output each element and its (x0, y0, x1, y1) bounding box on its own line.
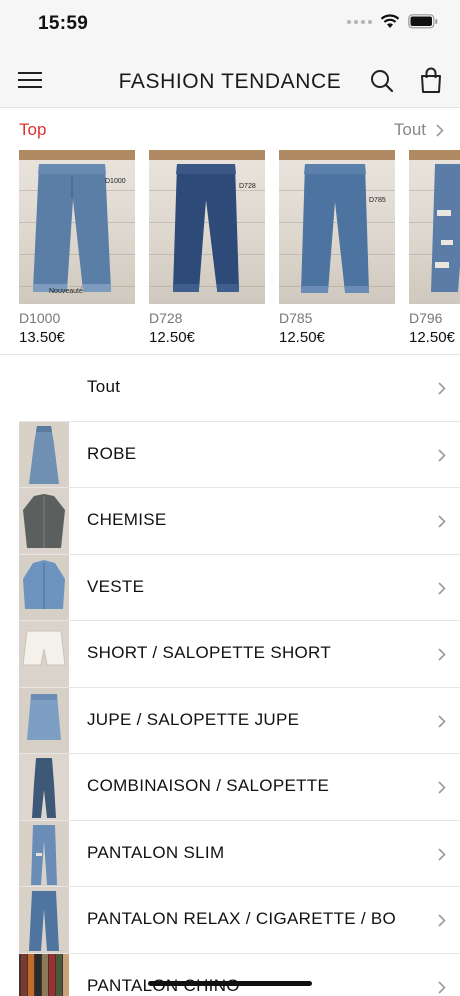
product-tag: D785 (369, 197, 386, 204)
chevron-right-icon (438, 914, 446, 927)
chevron-right-icon (436, 123, 444, 137)
category-label: PANTALON SLIM (87, 842, 225, 862)
category-item-all[interactable]: Tout (0, 355, 460, 422)
category-item-chemise[interactable]: CHEMISE (0, 488, 460, 555)
wifi-icon (380, 14, 400, 28)
app-header: FASHION TENDANCE (0, 52, 460, 108)
category-item-jupe[interactable]: JUPE / SALOPETTE JUPE (0, 687, 460, 754)
chevron-right-icon (438, 781, 446, 794)
product-image: D1000 Nouveauté (19, 150, 135, 304)
product-price: 12.50€ (149, 329, 195, 346)
category-label: COMBINAISON / SALOPETTE (87, 776, 330, 795)
home-indicator[interactable] (148, 981, 312, 986)
category-thumbnail (19, 820, 69, 887)
top-section-title: Top (19, 120, 47, 139)
category-item-pantalon-relax[interactable]: PANTALON RELAX / CIGARETTE / BO (0, 887, 460, 954)
product-code: D728 (149, 310, 183, 326)
category-item-pantalon-chino[interactable]: PANTALON CHINO (0, 953, 460, 996)
category-label: Tout (87, 377, 121, 396)
category-item-short[interactable]: SHORT / SALOPETTE SHORT (0, 621, 460, 688)
category-item-pantalon-slim[interactable]: PANTALON SLIM (0, 820, 460, 887)
product-image (409, 150, 460, 304)
product-code: D1000 (19, 310, 61, 326)
product-image: D728 (149, 150, 265, 304)
product-tag: D728 (239, 183, 256, 190)
chevron-right-icon (438, 847, 446, 861)
category-thumbnail (19, 887, 69, 953)
product-card[interactable]: D785 D785 12.50€ (279, 150, 395, 346)
product-card[interactable]: D796 12.50€ (409, 150, 460, 346)
category-label: SHORT / SALOPETTE SHORT (87, 643, 332, 662)
product-card[interactable]: D728 D728 12.50€ (149, 150, 265, 346)
category-thumbnail (19, 687, 69, 754)
battery-icon (408, 14, 438, 29)
top-section-header: Top Tout (0, 108, 460, 150)
product-tag: D1000 (105, 178, 126, 185)
category-label: JUPE / SALOPETTE JUPE (87, 709, 300, 729)
top-products-carousel[interactable]: D1000 Nouveauté D1000 13.50€ D728 D728 1… (0, 150, 460, 355)
category-thumbnail (19, 421, 69, 488)
status-icons (347, 14, 438, 29)
shopping-bag-icon[interactable] (419, 67, 443, 93)
product-price: 12.50€ (279, 329, 325, 346)
chevron-right-icon (438, 448, 446, 462)
product-code: D796 (409, 310, 443, 326)
category-thumbnail (19, 953, 69, 996)
category-thumbnail (19, 554, 69, 621)
status-time: 15:59 (38, 13, 89, 34)
category-thumbnail (19, 754, 69, 820)
category-thumbnail (19, 488, 69, 554)
signal-icon (347, 19, 372, 24)
category-thumbnail (19, 621, 69, 687)
category-label: VESTE (87, 576, 145, 596)
chevron-right-icon (438, 648, 446, 661)
top-see-all-label: Tout (393, 120, 426, 139)
top-see-all-link[interactable]: Tout (394, 120, 444, 140)
search-icon[interactable] (370, 69, 394, 93)
product-price: 12.50€ (409, 329, 455, 346)
chevron-right-icon (438, 714, 446, 728)
chevron-right-icon (438, 980, 446, 994)
product-sticker: Nouveauté (49, 288, 83, 295)
chevron-right-icon (438, 382, 446, 395)
status-bar: 15:59 (0, 0, 460, 52)
chevron-right-icon (438, 581, 446, 595)
product-card[interactable]: D1000 Nouveauté D1000 13.50€ (19, 150, 135, 346)
category-label: CHEMISE (87, 510, 167, 529)
category-label: PANTALON RELAX / CIGARETTE / BO (87, 909, 397, 928)
product-price: 13.50€ (19, 329, 65, 346)
category-list: Tout ROBE CHEMISE VESTE SHORT / SALOPETT… (0, 355, 460, 996)
category-item-robe[interactable]: ROBE (0, 421, 460, 488)
category-label: ROBE (87, 443, 137, 463)
chevron-right-icon (438, 515, 446, 528)
product-image: D785 (279, 150, 395, 304)
product-code: D785 (279, 310, 313, 326)
category-item-combinaison[interactable]: COMBINAISON / SALOPETTE (0, 754, 460, 821)
category-item-veste[interactable]: VESTE (0, 554, 460, 621)
